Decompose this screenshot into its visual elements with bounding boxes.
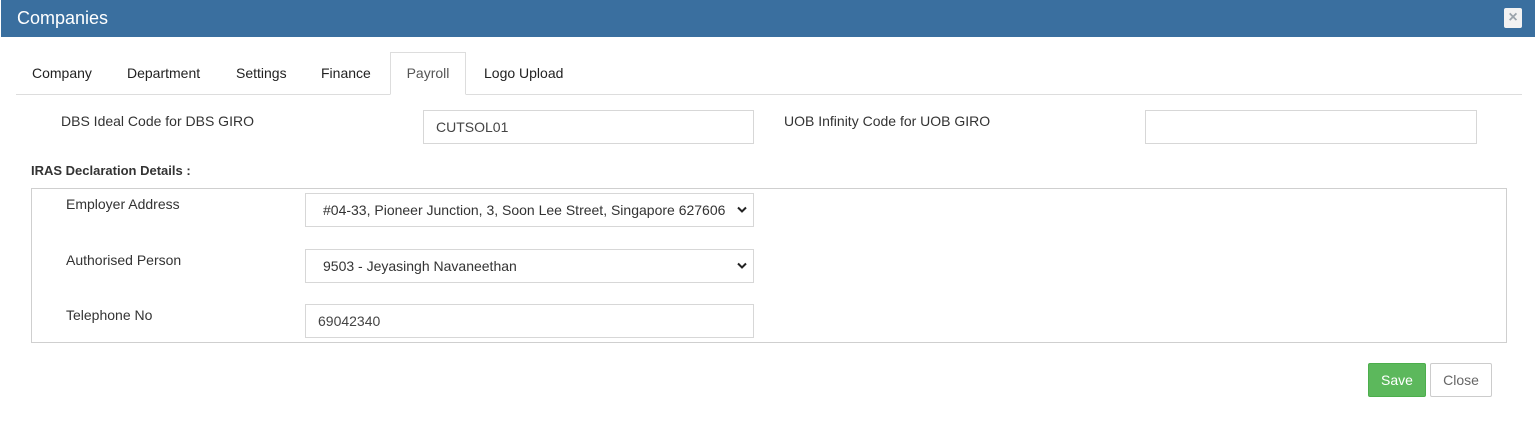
companies-modal: Companies × Company Department Settings … — [0, 0, 1535, 440]
telephone-input[interactable]: 69042340 — [305, 304, 754, 338]
close-icon[interactable]: × — [1504, 8, 1522, 28]
iras-details-panel — [31, 188, 1507, 343]
tab-payroll[interactable]: Payroll — [390, 52, 466, 95]
tab-department[interactable]: Department — [127, 52, 200, 95]
telephone-label: Telephone No — [66, 307, 153, 323]
modal-header: Companies × — [1, 0, 1535, 37]
tab-finance[interactable]: Finance — [321, 52, 371, 95]
iras-heading: IRAS Declaration Details : — [31, 163, 191, 178]
dbs-code-input[interactable]: CUTSOL01 — [423, 110, 754, 144]
dbs-code-label: DBS Ideal Code for DBS GIRO — [61, 113, 254, 129]
uob-code-label: UOB Infinity Code for UOB GIRO — [784, 113, 991, 129]
authorised-person-select[interactable]: 9503 - Jeyasingh Navaneethan — [305, 249, 754, 283]
authorised-person-value: 9503 - Jeyasingh Navaneethan — [323, 258, 517, 274]
uob-code-input[interactable] — [1145, 110, 1477, 144]
tab-company[interactable]: Company — [32, 52, 92, 95]
employer-address-label: Employer Address — [66, 196, 180, 212]
tab-bar: Company Department Settings Finance Payr… — [16, 52, 1522, 95]
chevron-down-icon — [737, 262, 747, 269]
chevron-down-icon — [737, 206, 747, 213]
employer-address-select[interactable]: #04-33, Pioneer Junction, 3, Soon Lee St… — [305, 193, 754, 227]
employer-address-value: #04-33, Pioneer Junction, 3, Soon Lee St… — [323, 202, 726, 218]
tab-logo-upload[interactable]: Logo Upload — [484, 52, 563, 95]
tab-settings[interactable]: Settings — [236, 52, 287, 95]
authorised-person-label: Authorised Person — [66, 252, 182, 268]
save-button[interactable]: Save — [1368, 363, 1426, 397]
modal-title: Companies — [17, 8, 109, 28]
close-button[interactable]: Close — [1430, 363, 1492, 397]
